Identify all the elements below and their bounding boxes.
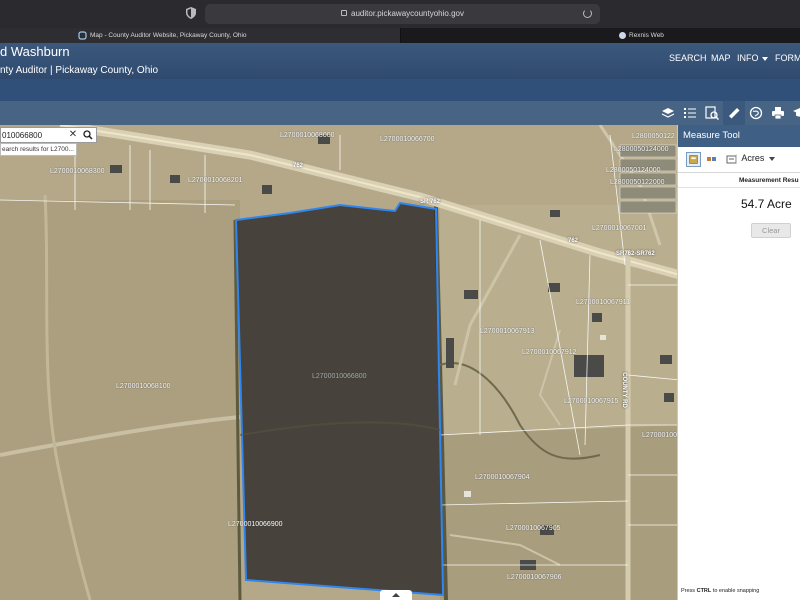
auditor-favicon-icon — [78, 31, 87, 40]
address-bar[interactable]: auditor.pickawaycountyohio.gov — [205, 4, 600, 24]
snap-suffix: to enable snapping — [711, 588, 760, 594]
road-label: SR 762 — [420, 199, 441, 205]
parcel-label: L2700010066900 — [228, 521, 283, 528]
legend-button[interactable] — [679, 101, 701, 125]
close-icon[interactable]: ✕ — [68, 128, 78, 142]
parcel-label: L2700010067904 — [475, 474, 530, 481]
app-root: auditor.pickawaycountyohio.gov Map - Cou… — [0, 0, 800, 600]
nav-forms[interactable]: FORMS — [775, 53, 800, 63]
search-results-hint[interactable]: earch results for L2700... — [0, 143, 77, 156]
parcel-label: L2700010067913 — [480, 328, 535, 335]
reload-icon[interactable] — [583, 9, 592, 18]
nav-info[interactable]: INFO — [737, 53, 768, 63]
unit-value: Acres — [741, 153, 765, 163]
map-toolbar — [0, 101, 800, 125]
parcel-label: L2800050124000 — [606, 167, 661, 174]
parcel-label: L2700010067915 — [564, 398, 619, 405]
parcel-label: L2700010066700 — [380, 136, 435, 143]
parcel-label: L2800050122000 — [610, 179, 665, 186]
unit-dropdown[interactable]: | Acres — [735, 153, 776, 163]
tab-rexnis[interactable]: Rexnis Web — [400, 28, 800, 43]
layers-icon — [661, 108, 675, 118]
tab-auditor-map[interactable]: Map - County Auditor Website, Pickaway C… — [0, 28, 400, 43]
clear-button[interactable]: Clear — [751, 223, 791, 238]
measure-ruler-icon — [729, 108, 740, 119]
selected-parcel-outline[interactable] — [234, 201, 445, 597]
chevron-down-icon — [769, 156, 776, 161]
layers-button[interactable] — [657, 101, 679, 125]
browser-toolbar: auditor.pickawaycountyohio.gov — [0, 0, 800, 28]
chevron-up-icon — [392, 593, 400, 597]
divider: | — [735, 153, 738, 163]
legend-list-icon — [684, 108, 696, 118]
parcel-label: L2700010067912 — [522, 349, 577, 356]
tab-label: Map - County Auditor Website, Pickaway C… — [90, 32, 247, 39]
nav-map[interactable]: MAP — [711, 53, 731, 63]
panel-title: Measure Tool — [678, 125, 800, 147]
chevron-down-icon — [761, 56, 768, 61]
nav-search[interactable]: SEARCH — [669, 53, 707, 63]
print-icon — [772, 107, 784, 120]
header-subbar — [0, 79, 800, 101]
road-label: COUNTY RD — [620, 372, 627, 408]
parcel-label: L2700010067906 — [507, 574, 562, 581]
tab-label: Rexnis Web — [629, 32, 664, 39]
identify-icon — [705, 106, 719, 120]
url-value: auditor.pickawaycountyohio.gov — [351, 9, 464, 18]
site-subtitle: nty Auditor | Pickaway County, Ohio — [0, 65, 159, 76]
parcel-label: L2700010067905 — [506, 525, 561, 532]
parcel-label: L2700010068000 — [280, 132, 335, 139]
snap-prefix: Press — [681, 588, 697, 594]
site-title: d Washburn — [0, 44, 70, 59]
lock-icon — [341, 9, 348, 16]
globe-favicon-icon — [619, 32, 626, 39]
parcel-label: L2700010066800 — [312, 373, 367, 380]
measure-button[interactable] — [723, 101, 745, 125]
basemap-icon — [749, 106, 763, 120]
print-button[interactable] — [767, 101, 789, 125]
education-icon — [793, 108, 800, 117]
road-label: 762 — [568, 238, 579, 244]
snapping-hint: Press CTRL to enable snapping — [681, 588, 759, 594]
parcel-label: L2700010068100 — [116, 383, 171, 390]
nav-info-label: INFO — [737, 53, 759, 63]
road-label: SR762-SR762 — [616, 251, 655, 257]
measure-tools-row: | Acres — [678, 147, 800, 173]
parcel-label: L2700010067911 — [576, 299, 630, 306]
parcel-label: L2700010067001 — [592, 225, 647, 232]
search-icon — [83, 130, 93, 140]
parcel-label: L2800050124000 — [614, 146, 669, 153]
area-measure-icon[interactable] — [686, 152, 701, 167]
parcel-label: L2700010068300 — [50, 168, 105, 175]
measurement-result: 54.7 Acre — [741, 197, 792, 211]
search-input[interactable] — [1, 128, 67, 142]
url-text: auditor.pickawaycountyohio.gov — [205, 4, 600, 24]
education-button[interactable] — [789, 101, 800, 125]
road-label: 762 — [293, 163, 304, 169]
search-button[interactable] — [80, 129, 96, 141]
identify-button[interactable] — [701, 101, 723, 125]
site-header: d Washburn nty Auditor | Pickaway County… — [0, 43, 800, 79]
basemap-button[interactable] — [745, 101, 767, 125]
distance-measure-icon[interactable] — [704, 152, 719, 167]
tab-strip: Map - County Auditor Website, Pickaway C… — [0, 28, 800, 43]
parcel-label: L2700010068201 — [188, 177, 243, 184]
snap-key: CTRL — [696, 588, 712, 594]
result-header: Measurement Resu — [678, 174, 800, 188]
parcel-search-box: ✕ — [0, 127, 97, 143]
bottom-panel-toggle[interactable] — [380, 590, 412, 600]
shield-icon[interactable] — [186, 7, 196, 19]
measure-tool-panel: Measure Tool | Acres Measurement Resu 54.… — [677, 125, 800, 600]
parcel-label: L2800050122 — [632, 133, 675, 140]
